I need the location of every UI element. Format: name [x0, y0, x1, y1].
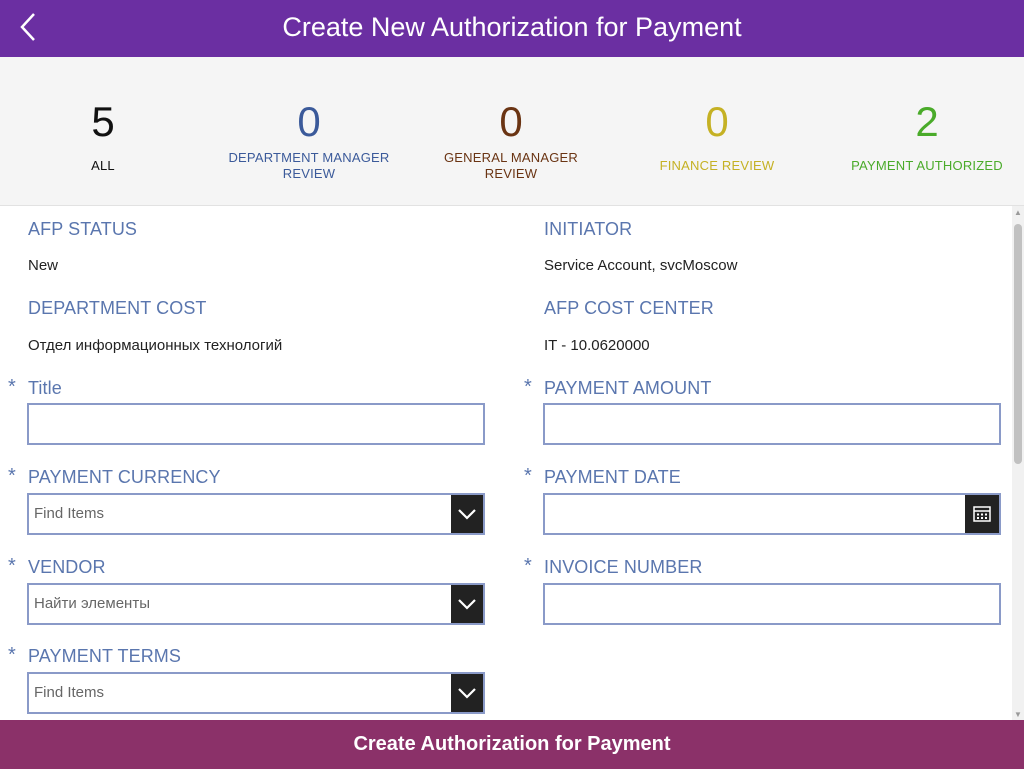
vendor-label: VENDOR: [28, 557, 106, 577]
chevron-down-icon: [458, 688, 476, 699]
department-cost-label: DEPARTMENT COST: [28, 298, 207, 318]
invoice-number-input[interactable]: [543, 583, 1001, 625]
stat-payment-authorized[interactable]: 2 PAYMENT AUTHORIZED: [824, 57, 1024, 206]
payment-amount-label: PAYMENT AMOUNT: [544, 378, 712, 398]
stat-dmr-label: DEPARTMENT MANAGER REVIEW: [228, 150, 390, 181]
stat-fr-count: 0: [705, 98, 729, 145]
create-afp-button-label: Create Authorization for Payment: [353, 733, 671, 755]
stat-finance-review[interactable]: 0 FINANCE REVIEW: [614, 57, 820, 206]
department-cost-value: Отдел информационных технологий: [28, 337, 283, 354]
required-marker: *: [524, 465, 532, 487]
title-label: Title: [28, 378, 62, 398]
vendor-expand-button[interactable]: [451, 585, 483, 623]
page-title: Create New Authorization for Payment: [282, 12, 742, 42]
payment-date-label: PAYMENT DATE: [544, 467, 681, 487]
payment-amount-input[interactable]: [543, 403, 1001, 445]
stat-pa-count: 2: [915, 98, 939, 145]
payment-currency-dropdown[interactable]: Find Items: [27, 493, 485, 535]
stat-all[interactable]: 5 ALL: [0, 57, 206, 206]
stat-pa-label: PAYMENT AUTHORIZED: [851, 158, 1003, 173]
scroll-down-icon[interactable]: ▼: [1012, 708, 1024, 720]
payment-terms-label: PAYMENT TERMS: [28, 646, 181, 666]
stat-all-label: ALL: [91, 158, 115, 173]
required-marker: *: [8, 555, 16, 577]
required-marker: *: [8, 644, 16, 666]
calendar-button[interactable]: [965, 495, 999, 533]
required-marker: *: [8, 465, 16, 487]
stat-general-manager-review[interactable]: 0 GENERAL MANAGER REVIEW: [408, 57, 614, 206]
stat-gmr-count: 0: [499, 98, 523, 145]
scroll-up-icon[interactable]: ▲: [1012, 206, 1024, 218]
afp-status-value: New: [28, 257, 59, 274]
payment-terms-dropdown[interactable]: Find Items: [27, 672, 485, 714]
status-summary: 5 ALL 0 DEPARTMENT MANAGER REVIEW 0 GENE…: [0, 57, 1024, 206]
create-afp-button[interactable]: Create Authorization for Payment: [0, 720, 1024, 769]
form-scrollbar[interactable]: ▲ ▼: [1012, 206, 1024, 720]
required-marker: *: [524, 555, 532, 577]
initiator-label: INITIATOR: [544, 219, 633, 239]
vendor-dropdown[interactable]: Найти элементы: [27, 583, 485, 625]
payment-currency-expand-button[interactable]: [451, 495, 483, 533]
stat-gmr-label: GENERAL MANAGER REVIEW: [444, 150, 578, 181]
initiator-value: Service Account, svcMoscow: [544, 257, 738, 274]
payment-currency-label: PAYMENT CURRENCY: [28, 467, 221, 487]
payment-terms-expand-button[interactable]: [451, 674, 483, 712]
afp-form: AFP STATUS New INITIATOR Service Account…: [0, 206, 1012, 720]
stat-fr-label: FINANCE REVIEW: [659, 158, 775, 173]
payment-terms-placeholder: Find Items: [34, 684, 105, 701]
afp-cost-center-label: AFP COST CENTER: [544, 298, 714, 318]
stat-dmr-count: 0: [297, 98, 321, 145]
vendor-placeholder: Найти элементы: [34, 595, 150, 612]
stat-department-manager-review[interactable]: 0 DEPARTMENT MANAGER REVIEW: [206, 57, 412, 206]
payment-currency-placeholder: Find Items: [34, 505, 105, 522]
scroll-thumb[interactable]: [1014, 224, 1022, 464]
chevron-down-icon: [458, 599, 476, 610]
stat-all-count: 5: [91, 98, 115, 145]
required-marker: *: [524, 376, 532, 398]
afp-status-label: AFP STATUS: [28, 219, 138, 239]
afp-cost-center-value: IT - 10.0620000: [544, 337, 650, 354]
invoice-number-label: INVOICE NUMBER: [544, 557, 703, 577]
title-input[interactable]: [27, 403, 485, 445]
payment-date-picker[interactable]: [543, 493, 1001, 535]
calendar-icon: [973, 506, 991, 522]
required-marker: *: [8, 376, 16, 398]
chevron-down-icon: [458, 509, 476, 520]
app-header: Create New Authorization for Payment: [0, 0, 1024, 57]
